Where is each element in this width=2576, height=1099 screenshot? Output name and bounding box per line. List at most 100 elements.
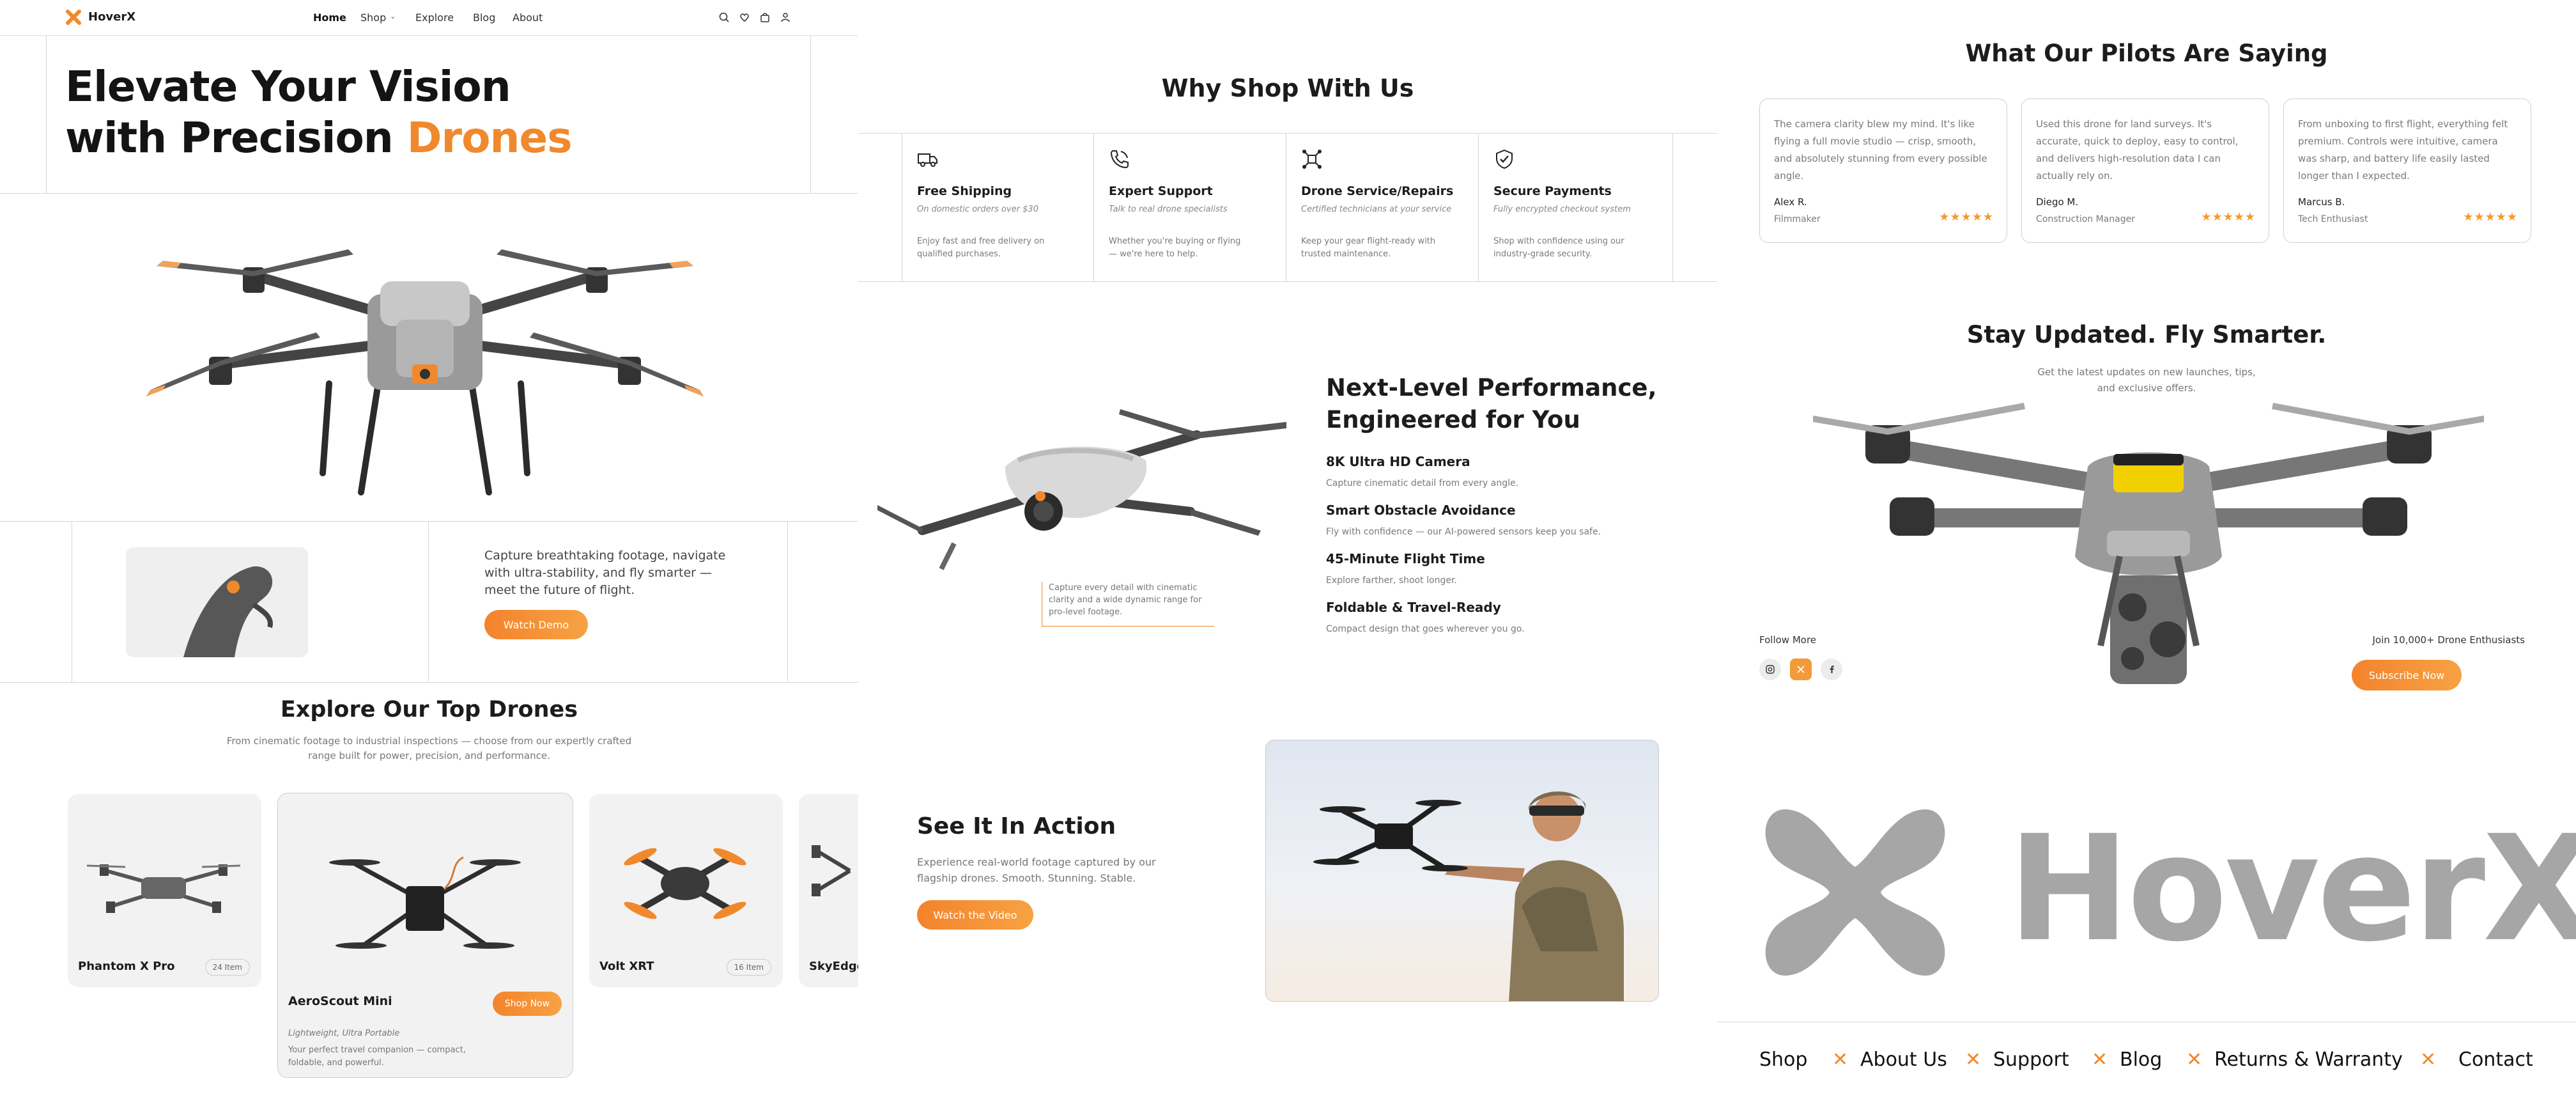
- product-tag: Lightweight, Ultra Portable: [288, 1029, 400, 1038]
- feature-title: Expert Support: [1109, 184, 1213, 198]
- heart-icon[interactable]: [739, 12, 750, 23]
- agricultural-drone-image: [146, 249, 704, 495]
- footer-link-blog[interactable]: Blog: [2120, 1048, 2162, 1071]
- watch-demo-button[interactable]: Watch Demo: [484, 610, 588, 639]
- phone-icon: [1110, 150, 1129, 169]
- nav-shop[interactable]: Shop: [360, 12, 386, 24]
- product-description: Your perfect travel companion — compact,…: [288, 1044, 466, 1070]
- shield-check-icon: [1496, 149, 1513, 169]
- brand-wordmark: HoverX: [2008, 804, 2576, 974]
- footer-link-about-us[interactable]: About Us: [1860, 1048, 1947, 1071]
- testimonial-role: Construction Manager: [2036, 214, 2135, 224]
- performance-title: Next-Level Performance, Engineered for Y…: [1326, 372, 1657, 436]
- hero-title-accent: Drones: [406, 113, 573, 162]
- footer-link-returns-warranty[interactable]: Returns & Warranty: [2214, 1048, 2403, 1071]
- product-card-aeroscout-mini[interactable]: AeroScout Mini Shop Now Lightweight, Ult…: [277, 793, 573, 1078]
- feature-subtitle: Fully encrypted checkout system: [1493, 205, 1631, 214]
- product-name: SkyEdge: [809, 960, 858, 973]
- soldier-with-drone-image: [1313, 791, 1624, 1001]
- newsletter-subtitle-line1: Get the latest updates on new launches, …: [2037, 366, 2256, 378]
- search-icon[interactable]: [718, 12, 730, 23]
- spec-description: Explore farther, shoot longer.: [1326, 575, 1457, 586]
- facebook-icon[interactable]: [1821, 659, 1842, 680]
- nav-about[interactable]: About: [513, 12, 543, 24]
- phantom-drone-image: [87, 864, 240, 913]
- separator-x-icon: ✕: [2420, 1048, 2437, 1071]
- product-card-volt-xrt[interactable]: Volt XRT 16 Item: [589, 794, 783, 987]
- grid-line: [46, 36, 47, 193]
- product-name: AeroScout Mini: [288, 994, 392, 1008]
- grid-line: [810, 36, 811, 193]
- watch-video-button[interactable]: Watch the Video: [917, 900, 1033, 930]
- footer-link-contact[interactable]: Contact: [2458, 1048, 2533, 1071]
- truck-icon: [918, 153, 937, 167]
- feature-title: Drone Service/Repairs: [1301, 184, 1454, 198]
- landing-panel-social: What Our Pilots Are Saying The camera cl…: [1717, 0, 2576, 1099]
- grid-line: [858, 133, 1717, 134]
- top-drones-subtitle: From cinematic footage to industrial ins…: [0, 734, 858, 763]
- product-description-line2: foldable, and powerful.: [288, 1058, 384, 1068]
- grid-line: [0, 682, 858, 683]
- feature-description: Enjoy fast and free delivery on qualifie…: [917, 237, 1045, 259]
- item-count-badge: 16 Item: [726, 959, 771, 976]
- testimonial-role: Filmmaker: [1774, 214, 1821, 224]
- testimonial-name: Diego M.: [2036, 196, 2079, 208]
- testimonials-title: What Our Pilots Are Saying: [1965, 40, 2328, 67]
- footer-link-shop[interactable]: Shop: [1759, 1048, 1807, 1071]
- star-rating: ★★★★★: [2463, 210, 2518, 224]
- drone-service-icon: [1302, 150, 1322, 169]
- nav-explore[interactable]: Explore: [415, 12, 454, 24]
- hero-tagline: Capture breathtaking footage, navigate w…: [484, 549, 726, 597]
- video-preview[interactable]: [1265, 740, 1659, 1002]
- hero-title-prefix: with Precision: [65, 113, 407, 162]
- item-count-badge: 24 Item: [204, 959, 250, 976]
- feature-description: Whether you're buying or flying — we're …: [1109, 237, 1241, 259]
- product-name: Volt XRT: [599, 960, 654, 973]
- subscribe-button[interactable]: Subscribe Now: [2352, 660, 2462, 690]
- brand-name[interactable]: HoverX: [88, 10, 135, 24]
- testimonial-name: Marcus B.: [2298, 196, 2345, 208]
- testimonial-quote: From unboxing to first flight, everythin…: [2298, 118, 2508, 182]
- action-description-line1: Experience real-world footage captured b…: [917, 856, 1156, 868]
- x-social-icon[interactable]: [1790, 659, 1812, 680]
- product-card-skyedge[interactable]: SkyEdge: [799, 794, 858, 987]
- nav-home[interactable]: Home: [313, 12, 346, 24]
- testimonial-name: Alex R.: [1774, 196, 1807, 208]
- shop-now-button[interactable]: Shop Now: [493, 992, 562, 1016]
- action-description: Experience real-world footage captured b…: [917, 854, 1156, 886]
- feature-expert-support: Expert Support Talk to real drone specia…: [1093, 136, 1285, 281]
- landing-panel-features: Why Shop With Us Free Shipping On domest…: [858, 0, 1717, 1099]
- newsletter-title: Stay Updated. Fly Smarter.: [1966, 321, 2327, 348]
- image-caption: Capture every detail with cinematic clar…: [1042, 582, 1214, 627]
- spec-title: Foldable & Travel-Ready: [1326, 600, 1501, 615]
- product-description-line1: Your perfect travel companion — compact,: [288, 1045, 466, 1055]
- grid-line: [858, 281, 1717, 282]
- join-count-text: Join 10,000+ Drone Enthusiasts: [2372, 634, 2526, 646]
- separator-x-icon: ✕: [1832, 1048, 1849, 1071]
- user-icon[interactable]: [780, 12, 791, 23]
- cart-icon[interactable]: [759, 12, 771, 23]
- testimonial-card: From unboxing to first flight, everythin…: [2283, 98, 2531, 243]
- instagram-icon[interactable]: [1759, 659, 1781, 680]
- top-drones-title: Explore Our Top Drones: [280, 697, 578, 722]
- landing-panel-hero: HoverX Home Shop ⌄ Explore Blog About El…: [0, 0, 858, 1099]
- separator-x-icon: ✕: [2092, 1048, 2108, 1071]
- footer-link-support[interactable]: Support: [1993, 1048, 2069, 1071]
- spec-description: Compact design that goes wherever you go…: [1326, 624, 1525, 634]
- grid-line: [0, 521, 858, 522]
- aeroscout-drone-image: [329, 856, 521, 949]
- product-card-phantom-x-pro[interactable]: Phantom X Pro 24 Item: [68, 794, 261, 987]
- why-title: Why Shop With Us: [1161, 74, 1414, 102]
- feature-secure-payments: Secure Payments Fully encrypted checkout…: [1478, 136, 1670, 281]
- hero-title: Elevate Your Vision with Precision Drone…: [65, 61, 573, 164]
- hoverx-large-logo-icon: [1765, 809, 1945, 976]
- feature-description: Keep your gear flight-ready with trusted…: [1301, 237, 1436, 259]
- nav-blog[interactable]: Blog: [473, 12, 495, 24]
- grid-line: [0, 193, 858, 194]
- star-rating: ★★★★★: [1939, 210, 1994, 224]
- grid-line: [1672, 133, 1673, 281]
- spec-description: Capture cinematic detail from every angl…: [1326, 478, 1519, 488]
- separator-x-icon: ✕: [2186, 1048, 2203, 1071]
- star-rating: ★★★★★: [2201, 210, 2256, 224]
- hoverx-logo-icon[interactable]: [65, 9, 82, 26]
